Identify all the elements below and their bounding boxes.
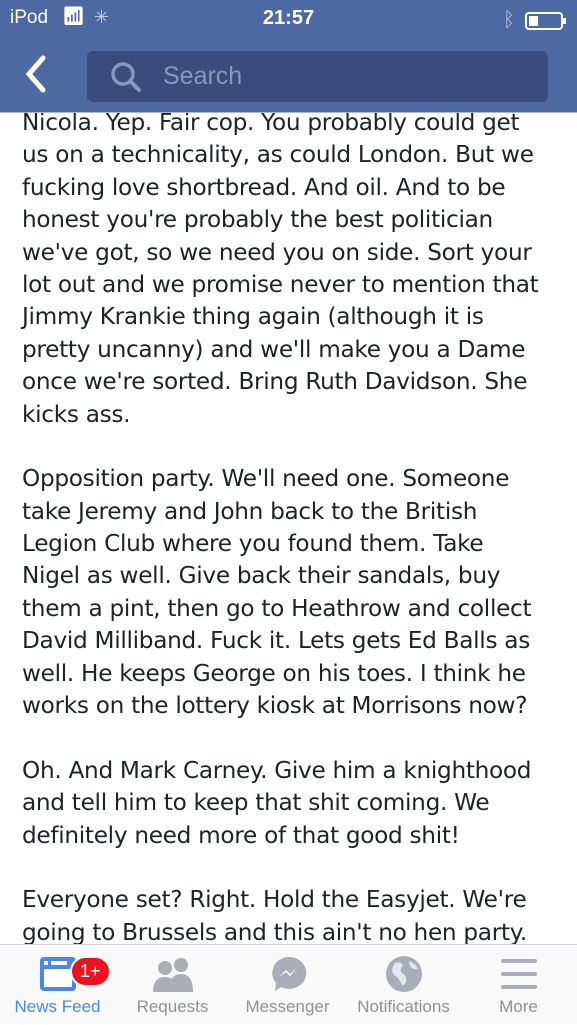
chevron-left-icon xyxy=(25,55,46,93)
post-text-line: lot out and we promise never to mention … xyxy=(22,270,539,298)
post-text-line: us on a technicality, as could London. B… xyxy=(22,141,534,169)
notification-badge: 1+ xyxy=(70,956,111,987)
post-text-line: Legion Club where you found them. Take xyxy=(22,530,484,558)
post-text-line xyxy=(22,431,538,463)
post-text-line: definitely need more of that good shit! xyxy=(22,821,460,849)
post-text-line: Everyone set? Right. Hold the Easyjet. W… xyxy=(22,886,527,914)
tab-label: More xyxy=(499,997,538,1016)
post-text: Nicola. Yep. Fair cop. You probably coul… xyxy=(22,113,539,944)
post-text-line: honest you're probably the best politici… xyxy=(22,206,493,234)
globe-icon xyxy=(385,956,422,992)
post-content: Nicola. Yep. Fair cop. You probably coul… xyxy=(0,113,577,944)
tab-label: Notifications xyxy=(357,997,450,1016)
tab-requests[interactable]: Requests xyxy=(115,945,230,1025)
search-placeholder: Search xyxy=(163,62,243,90)
post-text-line: we've got, so we need you on side. Sort … xyxy=(22,238,532,266)
time: 21:57 xyxy=(262,7,315,29)
search-icon xyxy=(111,61,141,92)
tab-news-feed[interactable]: News Feed 1+ xyxy=(0,945,115,1025)
tab-notifications[interactable]: Notifications xyxy=(346,945,461,1025)
nav-bar: Search xyxy=(0,40,577,113)
post-text-line: Jimmy Krankie thing again (although it i… xyxy=(22,303,484,331)
post-text-line: works on the lottery kiosk at Morrisons … xyxy=(22,692,528,720)
post-text-line: kicks ass. xyxy=(22,400,131,428)
status-bar: iPod 📶︎ ✳ 21:57 ᛒ xyxy=(0,0,577,40)
post-text-line: going to Brussels and this ain't no hen … xyxy=(22,918,527,944)
tab-messenger[interactable]: Messenger xyxy=(230,945,345,1025)
post-text-line: fucking love shortbread. And oil. And to… xyxy=(22,173,506,201)
post-text-line: Nigel as well. Give back their sandals, … xyxy=(22,562,501,590)
tab-label: News Feed xyxy=(14,997,101,1016)
post-text-line xyxy=(22,852,538,884)
post-text-line: and tell him to keep that shit coming. W… xyxy=(22,789,490,817)
bluetooth-icon: ᛒ xyxy=(503,9,515,31)
tab-label: Messenger xyxy=(245,997,330,1016)
post-text-line: Nicola. Yep. Fair cop. You probably coul… xyxy=(22,113,520,136)
post-text-line: pretty uncanny) and we'll make you a Dam… xyxy=(22,335,526,363)
post-text-line: well. He keeps George on his toes. I thi… xyxy=(22,659,526,687)
menu-icon xyxy=(500,959,537,989)
friends-icon xyxy=(152,958,193,992)
tab-bar: News Feed 1+ Requests Messenger Notifica… xyxy=(0,944,577,1024)
post-text-line: Oh. And Mark Carney. Give him a knightho… xyxy=(22,756,532,784)
messenger-icon xyxy=(271,956,306,991)
back-button[interactable] xyxy=(24,54,48,101)
post-text-line: them a pint, then go to Heathrow and col… xyxy=(22,594,532,622)
tab-label: Requests xyxy=(136,997,209,1016)
post-text-line: take Jeremy and John back to the British xyxy=(22,497,478,525)
post-text-line: David Milliband. Fuck it. Lets gets Ed B… xyxy=(22,627,530,655)
tab-more[interactable]: More xyxy=(461,945,576,1025)
search-input[interactable]: Search xyxy=(87,51,548,102)
battery-icon xyxy=(525,11,566,30)
post-text-line: once we're sorted. Bring Ruth Davidson. … xyxy=(22,368,528,396)
post-text-line: Opposition party. We'll need one. Someon… xyxy=(22,465,510,493)
post-text-line xyxy=(22,722,538,754)
